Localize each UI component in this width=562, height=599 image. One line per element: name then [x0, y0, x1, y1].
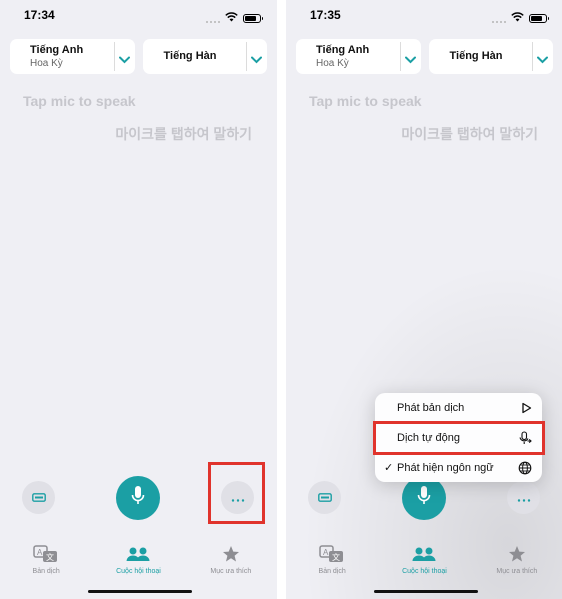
tab-favorites[interactable]: Mục ưa thích [185, 545, 277, 579]
microphone-button[interactable] [116, 476, 160, 520]
layout-icon [31, 489, 46, 507]
tab-translation[interactable]: A文 Bản dịch [0, 545, 92, 579]
layout-toggle-button[interactable] [22, 481, 55, 514]
tab-label: Bản dịch [32, 568, 60, 575]
svg-text:A: A [323, 548, 329, 557]
battery-icon [243, 13, 263, 23]
microphone-button[interactable] [402, 476, 446, 520]
menu-item-label: Phát bản dịch [397, 401, 465, 414]
svg-text:文: 文 [332, 552, 340, 562]
svg-text:文: 文 [46, 552, 54, 562]
menu-item-play-translation[interactable]: Phát bản dịch [375, 393, 542, 423]
ellipsis-icon [517, 489, 531, 507]
tab-label: Cuộc hội thoại [402, 568, 447, 575]
menu-item-detect-language[interactable]: ✓ Phát hiện ngôn ngữ [375, 453, 542, 482]
tab-translation[interactable]: A文 Bản dịch [286, 545, 378, 579]
star-icon [508, 545, 526, 563]
tab-bar: A文 Bản dịch Cuộc hội thoại Mục ưa thích [286, 545, 562, 579]
home-indicator [88, 590, 192, 593]
target-language-button[interactable]: Tiếng Hàn [428, 39, 553, 74]
chevron-down-icon[interactable] [404, 51, 416, 69]
tab-label: Mục ưa thích [496, 568, 538, 575]
speak-prompt-english: Tap mic to speak [309, 93, 422, 109]
source-language-button[interactable]: Tiếng Anh Hoa Kỳ [296, 39, 421, 74]
speak-prompt-korean: 마이크를 탭하여 말하기 [115, 126, 252, 142]
translate-icon: A文 [33, 545, 59, 563]
chevron-down-icon[interactable] [251, 51, 262, 69]
layout-icon [317, 489, 332, 507]
status-time: 17:35 [310, 8, 341, 22]
tab-label: Mục ưa thích [210, 568, 252, 575]
language-selector: Tiếng Anh Hoa Kỳ Tiếng Hàn [10, 39, 267, 74]
highlight-more-options [208, 462, 265, 524]
signal-icon [492, 14, 506, 23]
highlight-auto-translate [373, 421, 545, 455]
status-time: 17:34 [24, 8, 55, 22]
star-icon [222, 545, 240, 563]
conversation-controls [286, 476, 562, 520]
tab-conversation[interactable]: Cuộc hội thoại [378, 545, 470, 579]
tab-favorites[interactable]: Mục ưa thích [471, 545, 562, 579]
wifi-icon [511, 9, 524, 27]
status-bar: 17:34 [0, 0, 277, 28]
phone-screen-after: 17:35 Tiếng Anh Hoa Kỳ Tiếng Hàn Tap mic… [286, 0, 562, 599]
menu-item-label: Phát hiện ngôn ngữ [397, 461, 494, 474]
people-icon [412, 545, 436, 563]
battery-icon [529, 13, 549, 23]
phone-screen-before: 17:34 Tiếng Anh Hoa Kỳ Tiếng Hàn Tap mic… [0, 0, 277, 599]
svg-text:A: A [37, 548, 43, 557]
people-icon [126, 545, 150, 563]
microphone-icon [131, 485, 145, 512]
tab-label: Cuộc hội thoại [116, 568, 161, 575]
speak-prompt-korean: 마이크를 탭하여 말하기 [401, 126, 538, 142]
more-options-button[interactable] [507, 481, 540, 514]
chevron-down-icon[interactable] [118, 51, 130, 69]
layout-toggle-button[interactable] [308, 481, 341, 514]
microphone-icon [417, 485, 431, 512]
language-selector: Tiếng Anh Hoa Kỳ Tiếng Hàn [296, 39, 553, 74]
checkmark-icon: ✓ [384, 462, 394, 474]
home-indicator [374, 590, 478, 593]
tab-label: Bản dịch [318, 568, 346, 575]
wifi-icon [225, 9, 238, 27]
target-language-button[interactable]: Tiếng Hàn [142, 39, 267, 74]
speak-prompt-english: Tap mic to speak [23, 93, 136, 109]
translate-icon: A文 [319, 545, 345, 563]
signal-icon [206, 14, 220, 23]
source-language-button[interactable]: Tiếng Anh Hoa Kỳ [10, 39, 135, 74]
chevron-down-icon[interactable] [537, 51, 548, 69]
tab-bar: A文 Bản dịch Cuộc hội thoại Mục ưa thích [0, 545, 277, 579]
tab-conversation[interactable]: Cuộc hội thoại [92, 545, 184, 579]
status-bar: 17:35 [286, 0, 562, 28]
play-icon [521, 401, 532, 419]
globe-mic-icon [518, 461, 532, 480]
